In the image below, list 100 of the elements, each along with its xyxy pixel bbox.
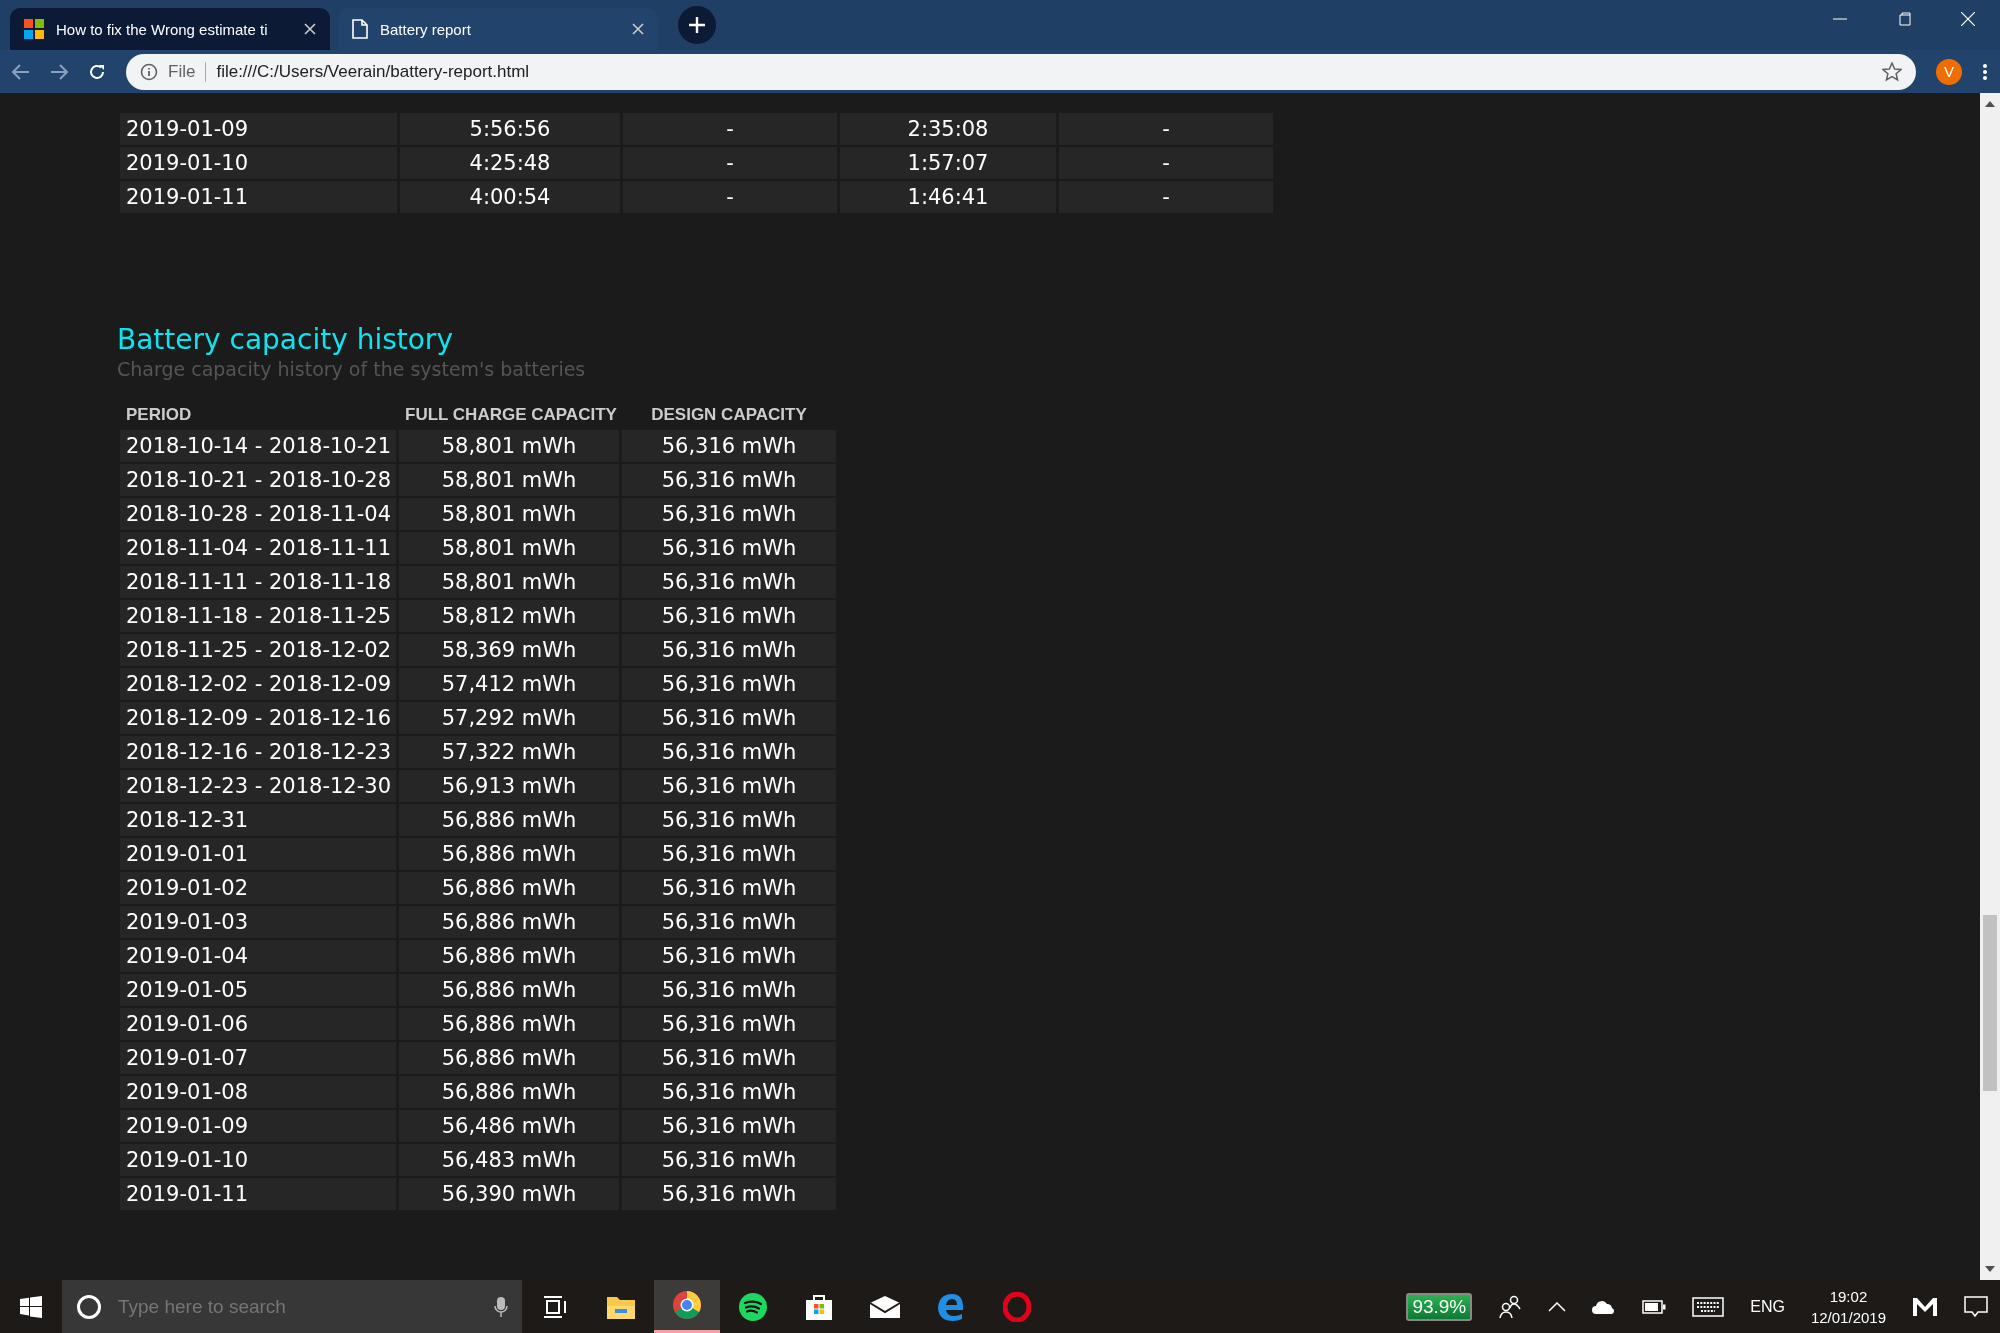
scroll-down-icon[interactable] [1985, 1266, 1995, 1272]
mail-icon[interactable] [869, 1294, 901, 1319]
url-text: file:///C:/Users/Veerain/battery-report.html [216, 61, 531, 82]
table-cell: 2019-01-04 [120, 940, 396, 972]
address-bar[interactable]: File file:///C:/Users/Veerain/battery-report.html [126, 53, 1916, 90]
scrollbar-thumb[interactable] [1983, 915, 1997, 1091]
table-cell: 1:46:41 [840, 181, 1056, 213]
taskbar-app[interactable] [654, 1280, 720, 1333]
opera-icon[interactable] [1003, 1291, 1031, 1322]
table-cell: 56,316 mWh [622, 464, 836, 496]
site-scheme-label: File [168, 61, 207, 82]
table-cell: 2019-01-03 [120, 906, 396, 938]
table-cell: 2019-01-09 [120, 1110, 396, 1142]
table-cell: 58,801 mWh [399, 532, 619, 564]
table-cell: 56,913 mWh [399, 770, 619, 802]
table-cell: 56,316 mWh [622, 736, 836, 768]
table-cell: 56,316 mWh [622, 974, 836, 1006]
table-cell: 2019-01-02 [120, 872, 396, 904]
m-logo-icon[interactable] [1912, 1296, 1938, 1317]
chrome-icon[interactable] [672, 1290, 702, 1320]
plus-icon[interactable] [688, 16, 706, 34]
table-cell: 56,316 mWh [622, 906, 836, 938]
search-field[interactable]: Type here to search [116, 1294, 480, 1319]
table-cell: 2018-10-21 - 2018-10-28 [120, 464, 396, 496]
table-cell: 56,390 mWh [399, 1178, 619, 1210]
browser-tab[interactable]: Battery report [338, 8, 658, 50]
info-icon[interactable] [140, 62, 158, 81]
table-cell: 56,486 mWh [399, 1110, 619, 1142]
table-cell: 2019-01-07 [120, 1042, 396, 1074]
star-icon[interactable] [1882, 61, 1902, 82]
table-cell: 56,886 mWh [399, 974, 619, 1006]
store-bag-icon[interactable] [805, 1292, 833, 1321]
table-cell: 2019-01-08 [120, 1076, 396, 1108]
table-cell: 56,886 mWh [399, 838, 619, 870]
battery-percent-badge[interactable]: 93.9% [1406, 1292, 1473, 1321]
column-header: FULL CHARGE CAPACITY [404, 404, 618, 426]
search-bar[interactable]: Type here to search [62, 1280, 522, 1333]
windows-start-icon[interactable] [20, 1295, 42, 1318]
task-view-icon[interactable] [542, 1294, 568, 1319]
table-cell: 56,316 mWh [622, 566, 836, 598]
table-cell: 1:57:07 [840, 147, 1056, 179]
table-cell: 56,886 mWh [399, 906, 619, 938]
table-cell: 56,316 mWh [622, 1076, 836, 1108]
table-cell: 2018-10-14 - 2018-10-21 [120, 430, 396, 462]
scrollbar[interactable] [1980, 93, 2000, 1280]
table-cell: 56,886 mWh [399, 872, 619, 904]
table-cell: 56,316 mWh [622, 872, 836, 904]
notification-icon[interactable] [1964, 1295, 1988, 1318]
people-icon[interactable] [1498, 1294, 1523, 1319]
table-cell: 2:35:08 [840, 113, 1056, 145]
table-cell: 56,316 mWh [622, 770, 836, 802]
browser-tab[interactable]: How to fix the Wrong estimate ti [10, 8, 330, 50]
scroll-up-icon[interactable] [1985, 101, 1995, 107]
clock[interactable]: 19:02 12/01/2019 [1810, 1287, 1886, 1326]
new-tab-button[interactable] [678, 6, 716, 44]
close-icon[interactable] [632, 23, 644, 35]
table-cell: 2018-10-28 - 2018-11-04 [120, 498, 396, 530]
table-cell: 56,316 mWh [622, 498, 836, 530]
table-cell: 2018-12-31 [120, 804, 396, 836]
chevron-up-icon[interactable] [1548, 1301, 1567, 1312]
language-indicator[interactable]: ENG [1750, 1297, 1785, 1316]
edge-icon[interactable] [937, 1292, 965, 1321]
battery-icon[interactable] [1642, 1299, 1667, 1314]
table-cell: 2019-01-05 [120, 974, 396, 1006]
table-cell: 2018-12-02 - 2018-12-09 [120, 668, 396, 700]
back-arrow-icon[interactable] [12, 63, 30, 80]
table-cell: 56,886 mWh [399, 1008, 619, 1040]
table-cell: 4:25:48 [400, 147, 620, 179]
column-header: PERIOD [125, 404, 193, 426]
table-cell: 58,801 mWh [399, 498, 619, 530]
cloud-icon[interactable] [1592, 1298, 1617, 1315]
table-cell: 57,322 mWh [399, 736, 619, 768]
table-cell: 2019-01-09 [120, 113, 397, 145]
table-cell: 56,316 mWh [622, 1178, 836, 1210]
more-menu-icon[interactable] [1982, 62, 1988, 81]
page-icon [352, 19, 368, 39]
section-title: Battery capacity history [117, 323, 454, 356]
table-cell: 2018-12-09 - 2018-12-16 [120, 702, 396, 734]
table-cell: 58,812 mWh [399, 600, 619, 632]
table-cell: 56,886 mWh [399, 804, 619, 836]
table-cell: 5:56:56 [400, 113, 620, 145]
microphone-icon[interactable] [494, 1295, 508, 1318]
table-cell: 2019-01-10 [120, 147, 397, 179]
table-cell: 2019-01-06 [120, 1008, 396, 1040]
table-cell: 2018-12-23 - 2018-12-30 [120, 770, 396, 802]
cortana-ring-icon [76, 1293, 102, 1320]
keyboard-icon[interactable] [1692, 1296, 1725, 1317]
table-cell: 2018-11-18 - 2018-11-25 [120, 600, 396, 632]
forward-arrow-icon[interactable] [50, 63, 68, 80]
table-cell: 2019-01-11 [120, 181, 397, 213]
table-cell: 56,886 mWh [399, 940, 619, 972]
table-cell: 56,316 mWh [622, 1042, 836, 1074]
close-icon[interactable] [304, 23, 316, 35]
table-cell: 58,369 mWh [399, 634, 619, 666]
table-cell: - [623, 181, 837, 213]
table-cell: 56,316 mWh [622, 668, 836, 700]
spotify-icon[interactable] [738, 1291, 768, 1322]
restore-icon[interactable] [1897, 12, 1911, 26]
reload-icon[interactable] [88, 62, 106, 81]
table-cell: - [623, 113, 837, 145]
